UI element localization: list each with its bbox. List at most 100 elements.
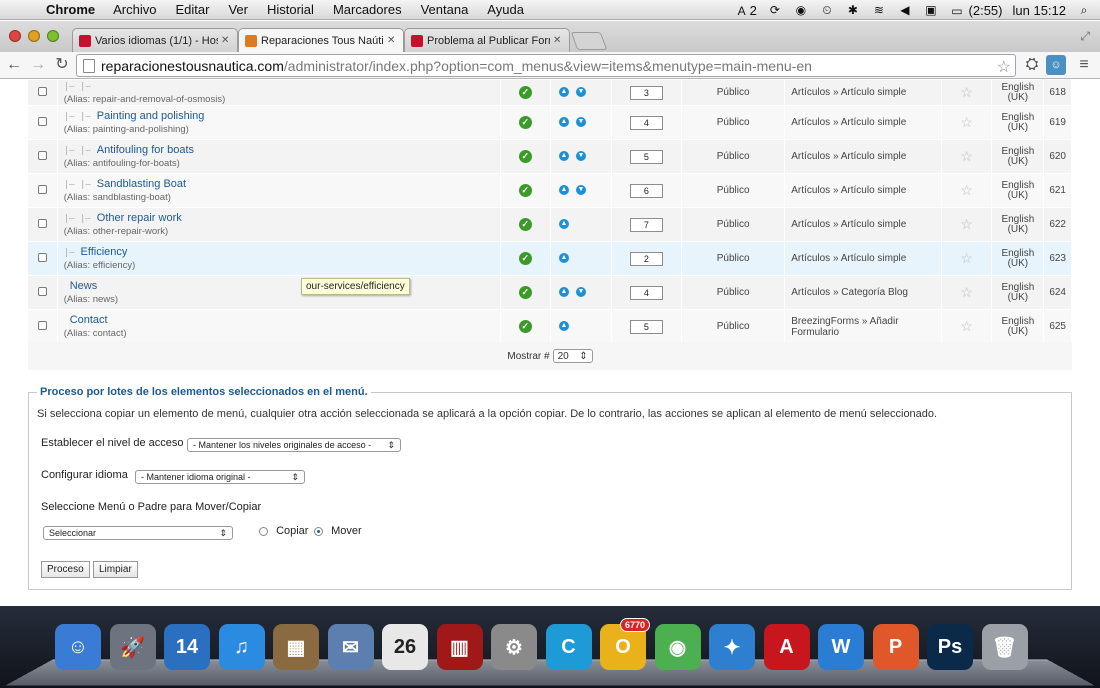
ordering-input[interactable]: 6 [629,183,663,198]
published-check-icon[interactable]: ✓ [518,184,532,197]
trash-dock-icon[interactable]: 🗑 [981,624,1028,670]
forward-button[interactable]: → [28,55,48,75]
ordering-input[interactable]: 2 [629,251,663,266]
extension-icon[interactable]: ⛭ [1022,55,1042,75]
move-up-icon[interactable]: ▲ [559,185,570,196]
move-down-icon[interactable]: ▼ [576,151,587,162]
move-down-icon[interactable]: ▼ [576,287,587,298]
time-machine-icon[interactable]: ⏲ [819,3,835,17]
home-star-icon[interactable]: ☆ [960,148,973,164]
clock-dock-icon[interactable]: 14 [164,624,210,670]
photoshop-dock-icon[interactable]: Ps [927,624,973,670]
published-check-icon[interactable]: ✓ [518,252,532,265]
row-checkbox[interactable] [37,116,47,126]
itunes-dock-icon[interactable]: ♫ [218,624,265,670]
row-checkbox[interactable] [37,320,47,330]
photobooth-dock-icon[interactable]: ▥ [436,624,483,670]
home-star-icon[interactable]: ☆ [960,318,973,334]
move-up-icon[interactable]: ▲ [559,253,570,264]
volume-icon[interactable]: ◀ [897,3,913,17]
menu-archivo[interactable]: Archivo [113,2,156,17]
home-star-icon[interactable]: ☆ [960,284,973,300]
move-up-icon[interactable]: ▲ [559,287,570,298]
published-check-icon[interactable]: ✓ [518,86,532,99]
copy-option[interactable]: Copiar [259,525,308,537]
copy-radio[interactable] [259,526,268,536]
home-star-icon[interactable]: ☆ [960,114,973,130]
photos-dock-icon[interactable]: ▦ [273,624,319,670]
home-star-icon[interactable]: ☆ [960,250,973,266]
apple-icon[interactable] [18,2,34,18]
sync-icon[interactable]: ⟳ [767,3,783,17]
published-check-icon[interactable]: ✓ [518,150,532,163]
app-o-dock-icon[interactable]: O 6770 [600,618,650,670]
move-down-icon[interactable]: ▼ [576,87,587,98]
zoom-window-button[interactable] [47,30,59,42]
process-button[interactable]: Proceso [41,561,90,578]
home-star-icon[interactable]: ☆ [960,216,973,232]
limit-select[interactable]: 20 ⇕ [552,349,593,363]
menu-item-title-link[interactable]: Antifouling for boats [97,144,194,156]
language-select[interactable]: - Mantener idioma original - ⇕ [135,470,305,484]
published-check-icon[interactable]: ✓ [518,116,532,129]
menu-item-title-link[interactable]: Sandblasting Boat [97,178,186,190]
move-radio[interactable] [314,526,323,536]
home-star-icon[interactable]: ☆ [960,84,973,100]
launchpad-dock-icon[interactable]: 🚀 [109,624,156,670]
wifi-icon[interactable]: ≋ [871,3,887,17]
move-up-icon[interactable]: ▲ [559,219,570,230]
calendar-dock-icon[interactable]: 26 [382,624,428,670]
keyboard-icon[interactable]: ▣ [923,3,939,17]
clock[interactable]: lun 15:12 [1013,3,1067,18]
move-down-icon[interactable]: ▼ [576,117,587,128]
new-tab-button[interactable] [570,32,608,50]
word-dock-icon[interactable]: W [818,624,864,670]
clear-button[interactable]: Limpiar [93,561,138,578]
eye-icon[interactable]: ◉ [793,3,809,17]
ordering-input[interactable]: 7 [629,217,663,232]
published-check-icon[interactable]: ✓ [518,286,532,299]
move-up-icon[interactable]: ▲ [559,87,570,98]
tab-varios-idiomas[interactable]: Varios idiomas (1/1) - Hos ✕ [72,28,238,52]
close-tab-icon[interactable]: ✕ [221,35,231,46]
move-option[interactable]: Mover [314,525,362,537]
close-tab-icon[interactable]: ✕ [387,35,397,46]
back-button[interactable]: ← [4,55,24,75]
spotlight-icon[interactable]: ⌕ [1076,3,1092,17]
move-up-icon[interactable]: ▲ [559,151,570,162]
access-level-select[interactable]: - Mantener los niveles originales de acc… [187,438,401,452]
adobe-status[interactable]: A2 [734,3,757,18]
profile-avatar-icon[interactable]: ☺ [1046,55,1066,75]
address-bar[interactable]: reparacionestousnautica.com/administrato… [76,54,1016,77]
published-check-icon[interactable]: ✓ [518,218,532,231]
chrome-dock-icon[interactable]: ◉ [654,624,701,670]
menu-ayuda[interactable]: Ayuda [487,2,524,17]
menu-item-title-link[interactable]: Contact [70,314,108,326]
menu-ver[interactable]: Ver [228,2,248,17]
ordering-input[interactable]: 4 [629,115,663,130]
network-dock-icon[interactable]: ✦ [709,624,755,670]
row-checkbox[interactable] [37,184,47,194]
move-up-icon[interactable]: ▲ [559,117,570,128]
menu-item-title-link[interactable]: Other repair work [97,212,182,224]
tab-reparaciones[interactable]: Reparaciones Tous Naútica ✕ [238,28,404,52]
menu-item-title-link[interactable]: Painting and polishing [97,110,205,122]
ordering-input[interactable]: 5 [629,149,663,164]
move-copy-select[interactable]: Seleccionar ⇕ [43,526,233,540]
menu-ventana[interactable]: Ventana [421,2,469,17]
powerpoint-dock-icon[interactable]: P [872,624,919,670]
ordering-input[interactable]: 3 [629,85,663,100]
row-checkbox[interactable] [37,218,47,228]
battery-status[interactable]: ▭ (2:55) [949,3,1002,18]
system-preferences-dock-icon[interactable]: ⚙ [491,624,537,670]
home-star-icon[interactable]: ☆ [960,182,973,198]
tab-problema-publicar[interactable]: Problema al Publicar Form ✕ [404,28,570,52]
menu-marcadores[interactable]: Marcadores [333,2,402,17]
menu-historial[interactable]: Historial [267,2,314,17]
menu-app[interactable]: Chrome [46,2,95,17]
ordering-input[interactable]: 5 [629,319,663,334]
fullscreen-icon[interactable]: ⤢ [1080,29,1090,44]
move-up-icon[interactable]: ▲ [559,321,570,332]
bookmark-star-icon[interactable]: ☆ [997,57,1011,77]
finder-dock-icon[interactable]: ☺ [55,624,101,670]
